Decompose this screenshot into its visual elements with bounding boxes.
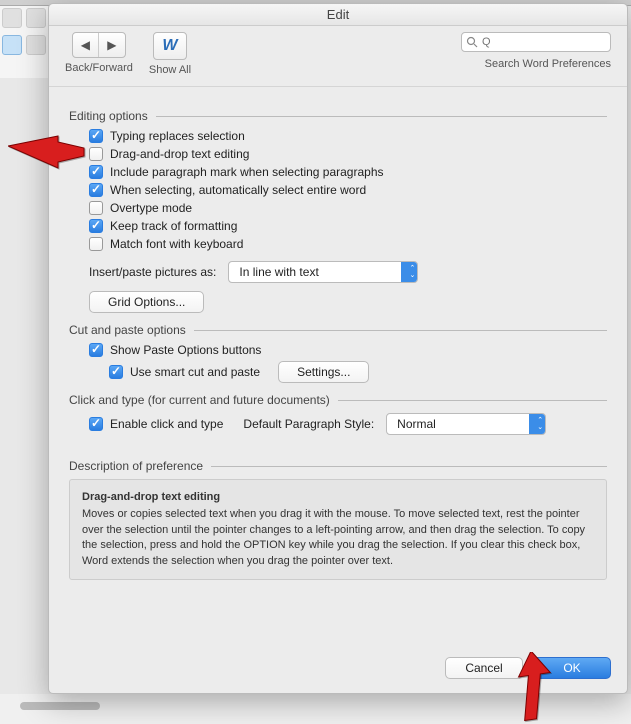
dialog-content: Editing options Typing replaces selectio… <box>49 87 627 645</box>
opt-match-font-chk[interactable] <box>89 237 103 251</box>
word-icon: W <box>162 37 177 55</box>
section-clicktype-title: Click and type (for current and future d… <box>69 393 607 407</box>
opt-include-paragraph-chk[interactable] <box>89 165 103 179</box>
cancel-button[interactable]: Cancel <box>445 657 523 679</box>
smart-cut-settings-button[interactable]: Settings... <box>278 361 369 383</box>
paragraph-style-label: Default Paragraph Style: <box>243 417 374 431</box>
opt-typing-replaces[interactable]: Typing replaces selection <box>89 129 607 143</box>
search-input[interactable] <box>461 32 611 52</box>
opt-auto-select-word-chk[interactable] <box>89 183 103 197</box>
opt-match-font[interactable]: Match font with keyboard <box>89 237 607 251</box>
opt-drag-drop[interactable]: Drag-and-drop text editing <box>89 147 607 161</box>
grid-options-button[interactable]: Grid Options... <box>89 291 204 313</box>
forward-button[interactable]: ▶ <box>99 33 125 57</box>
paragraph-style-select[interactable]: Normal <box>386 413 546 435</box>
back-forward-label: Back/Forward <box>65 62 133 74</box>
back-forward-buttons: ◀ ▶ <box>72 32 126 58</box>
preferences-dialog: Edit ◀ ▶ Back/Forward W Show All Search … <box>48 3 628 694</box>
section-editing-title: Editing options <box>69 109 607 123</box>
show-all-label: Show All <box>149 64 191 76</box>
opt-enable-clicktype-chk[interactable] <box>89 417 103 431</box>
description-heading: Drag-and-drop text editing <box>82 490 594 505</box>
back-button[interactable]: ◀ <box>73 33 99 57</box>
opt-drag-drop-chk[interactable] <box>89 147 103 161</box>
opt-overtype[interactable]: Overtype mode <box>89 201 607 215</box>
dialog-toolbar: ◀ ▶ Back/Forward W Show All Search Word … <box>49 26 627 87</box>
opt-track-formatting[interactable]: Keep track of formatting <box>89 219 607 233</box>
opt-auto-select-word[interactable]: When selecting, automatically select ent… <box>89 183 607 197</box>
dialog-title: Edit <box>49 4 627 26</box>
opt-enable-clicktype[interactable]: Enable click and type <box>89 417 223 431</box>
description-body: Moves or copies selected text when you d… <box>82 508 585 566</box>
insert-pictures-label: Insert/paste pictures as: <box>89 265 216 279</box>
section-cutpaste-title: Cut and paste options <box>69 323 607 337</box>
opt-track-formatting-chk[interactable] <box>89 219 103 233</box>
opt-smart-cut-chk[interactable] <box>109 365 123 379</box>
opt-include-paragraph[interactable]: Include paragraph mark when selecting pa… <box>89 165 607 179</box>
description-box: Drag-and-drop text editing Moves or copi… <box>69 479 607 580</box>
ok-button[interactable]: OK <box>533 657 611 679</box>
opt-overtype-chk[interactable] <box>89 201 103 215</box>
insert-pictures-select[interactable]: In line with text <box>228 261 418 283</box>
show-all-button[interactable]: W <box>153 32 187 60</box>
opt-paste-options-chk[interactable] <box>89 343 103 357</box>
section-description-title: Description of preference <box>69 459 607 473</box>
dialog-footer: Cancel OK <box>49 645 627 693</box>
search-caption: Search Word Preferences <box>485 58 611 70</box>
opt-typing-replaces-chk[interactable] <box>89 129 103 143</box>
opt-smart-cut[interactable]: Use smart cut and paste <box>109 365 260 379</box>
opt-paste-options[interactable]: Show Paste Options buttons <box>89 343 607 357</box>
